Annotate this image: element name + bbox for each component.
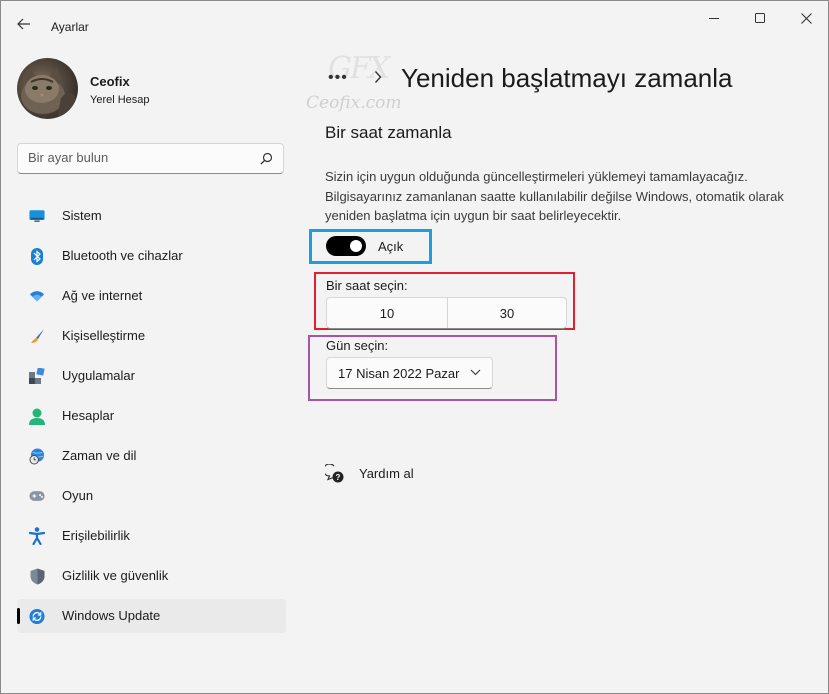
sidebar-item-sistem[interactable]: Sistem (17, 199, 286, 233)
maximize-button[interactable] (740, 7, 780, 29)
user-name: Ceofix (90, 74, 130, 89)
sidebar-item-accounts[interactable]: Hesaplar (17, 399, 286, 433)
day-label: Gün seçin: (326, 338, 389, 353)
app-title: Ayarlar (51, 20, 89, 34)
minimize-icon (709, 18, 719, 19)
brush-icon (29, 328, 45, 344)
close-button[interactable] (786, 7, 826, 29)
back-arrow-icon (17, 18, 30, 30)
sidebar-item-gaming[interactable]: Oyun (17, 479, 286, 513)
search-input[interactable] (28, 150, 248, 165)
sidebar-item-label: Bluetooth ve cihazlar (62, 248, 183, 263)
sidebar-item-label: Gizlilik ve güvenlik (62, 568, 169, 583)
sidebar-item-label: Hesaplar (62, 408, 115, 423)
sidebar-item-label: Zaman ve dil (62, 448, 137, 463)
time-picker[interactable]: 10 30 (326, 297, 567, 329)
close-icon (800, 12, 812, 24)
back-button[interactable] (13, 13, 35, 35)
minute-field[interactable]: 30 (447, 298, 567, 328)
title-bar: Ayarlar (1, 1, 828, 41)
accessibility-icon (29, 527, 45, 545)
sidebar-item-apps[interactable]: Uygulamalar (17, 359, 286, 393)
sidebar-item-network[interactable]: Ağ ve internet (17, 279, 286, 313)
help-icon: ? (325, 464, 344, 483)
breadcrumb: ••• Yeniden başlatmayı zamanla (328, 63, 808, 99)
settings-search[interactable] (17, 143, 284, 174)
chevron-right-icon (374, 71, 382, 83)
update-icon (29, 608, 45, 624)
more-button[interactable]: ••• (328, 69, 348, 87)
hour-field[interactable]: 10 (327, 298, 448, 328)
day-dropdown[interactable]: 17 Nisan 2022 Pazar (326, 357, 493, 389)
sidebar-item-label: Uygulamalar (62, 368, 135, 383)
account-type: Yerel Hesap (90, 94, 150, 106)
sidebar-nav: Sistem Bluetooth ve cihazlar Ağ ve inter… (17, 199, 286, 639)
sidebar-item-windows-update[interactable]: Windows Update (17, 599, 286, 633)
section-title: Bir saat zamanla (325, 123, 452, 142)
toggle-knob (350, 240, 362, 252)
help-label: Yardım al (359, 466, 414, 481)
sidebar-item-personalization[interactable]: Kişiselleştirme (17, 319, 286, 353)
sidebar-item-time-language[interactable]: Zaman ve dil (17, 439, 286, 473)
page-title: Yeniden başlatmayı zamanla (401, 63, 733, 93)
bluetooth-icon (29, 247, 45, 265)
maximize-icon (755, 13, 765, 23)
wifi-icon (29, 288, 45, 304)
sidebar-item-label: Erişilebilirlik (62, 528, 130, 543)
sidebar-item-accessibility[interactable]: Erişilebilirlik (17, 519, 286, 553)
chevron-down-icon (470, 369, 481, 376)
description-text: Sizin için uygun olduğunda güncelleştirm… (325, 169, 784, 223)
monitor-icon (29, 208, 45, 224)
avatar[interactable] (17, 58, 78, 119)
sidebar-item-bluetooth[interactable]: Bluetooth ve cihazlar (17, 239, 286, 273)
settings-window: Ayarlar Ceofix Yerel Hesap Bir ayar bulu… (0, 0, 829, 694)
main-content: ••• Yeniden başlatmayı zamanla Bir saat … (306, 41, 826, 691)
apps-icon (29, 368, 45, 384)
sidebar-item-privacy[interactable]: Gizlilik ve güvenlik (17, 559, 286, 593)
search-icon[interactable] (260, 152, 273, 165)
toggle-state-label: Açık (378, 239, 404, 254)
sidebar-item-label: Windows Update (62, 608, 161, 623)
shield-icon (29, 568, 45, 584)
svg-text:?: ? (336, 473, 341, 482)
selected-day: 17 Nisan 2022 Pazar (338, 366, 460, 381)
sidebar-item-label: Oyun (62, 488, 94, 503)
sidebar-item-label: Sistem (62, 208, 102, 223)
schedule-toggle[interactable] (326, 236, 366, 256)
sidebar-item-label: Kişiselleştirme (62, 328, 146, 343)
gamepad-icon (29, 488, 45, 504)
minimize-button[interactable] (694, 7, 734, 29)
cat-photo-icon (21, 67, 78, 119)
person-icon (29, 408, 45, 425)
sidebar-item-label: Ağ ve internet (62, 288, 143, 303)
globe-clock-icon (29, 448, 45, 464)
time-label: Bir saat seçin: (326, 278, 408, 293)
